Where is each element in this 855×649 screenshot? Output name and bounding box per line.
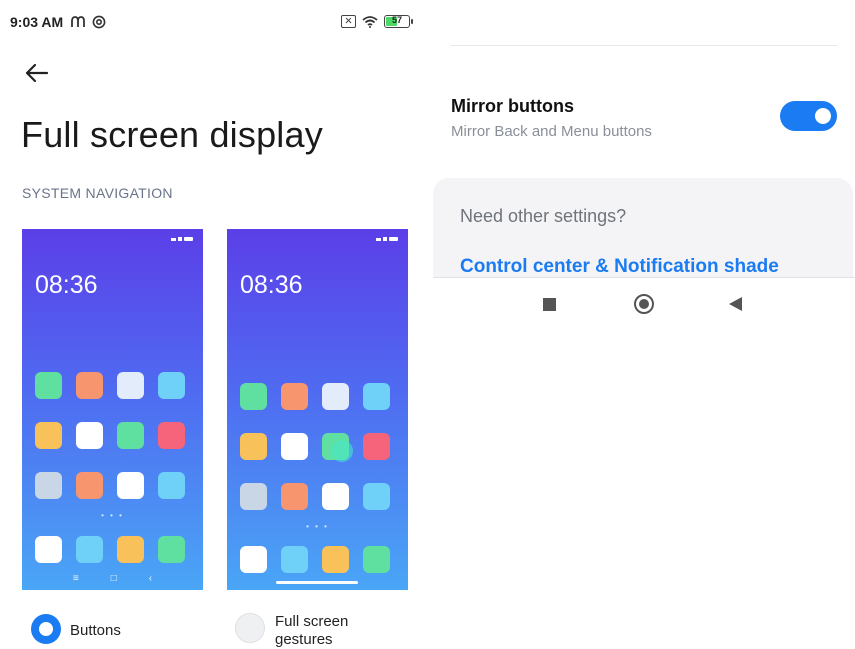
- option-label-buttons[interactable]: Buttons: [70, 622, 121, 639]
- battery-level: 57: [391, 15, 402, 25]
- app-icon: [76, 472, 103, 499]
- home-icon: □: [110, 573, 117, 584]
- phone-status-icons: [376, 237, 398, 241]
- gesture-bar: [276, 581, 358, 584]
- status-icons: 57: [341, 15, 413, 28]
- divider: [433, 277, 855, 278]
- section-header-system-navigation: SYSTEM NAVIGATION: [22, 185, 173, 201]
- motorola-m-icon: [71, 16, 85, 27]
- preview-clock: 08:36: [240, 271, 303, 299]
- mirror-buttons-subtitle: Mirror Back and Menu buttons: [451, 123, 652, 140]
- battery-icon: 57: [384, 15, 413, 28]
- touch-indicator: [331, 440, 353, 462]
- app-icon: [35, 472, 62, 499]
- app-icon: [363, 546, 390, 573]
- preview-dock: [240, 546, 390, 573]
- radio-buttons-selected[interactable]: [31, 614, 61, 644]
- app-icon: [240, 433, 267, 460]
- app-icon: [76, 536, 103, 563]
- toggle-knob: [815, 108, 831, 124]
- app-icon: [281, 546, 308, 573]
- app-icon: [363, 433, 390, 460]
- app-icon: [240, 546, 267, 573]
- app-icon: [158, 422, 185, 449]
- radio-gestures[interactable]: [235, 613, 265, 643]
- preview-clock: 08:36: [35, 271, 98, 299]
- app-icon: [363, 483, 390, 510]
- app-icon: [117, 422, 144, 449]
- at-sign-icon: [92, 15, 106, 29]
- app-icon: [322, 383, 349, 410]
- mirror-buttons-toggle[interactable]: [780, 101, 837, 131]
- back-triangle-icon[interactable]: [729, 297, 742, 311]
- app-icon: [158, 472, 185, 499]
- page-dots: • • •: [306, 522, 329, 531]
- app-icon: [322, 483, 349, 510]
- preview-gestures[interactable]: 08:36 • • •: [227, 229, 408, 590]
- app-icon: [281, 483, 308, 510]
- app-icon: [117, 536, 144, 563]
- option-label-gestures[interactable]: Full screen gestures: [275, 613, 365, 649]
- home-circle-icon[interactable]: [634, 294, 654, 314]
- other-settings-title: Need other settings?: [460, 206, 627, 226]
- page-dots: • • •: [101, 511, 124, 520]
- divider: [451, 45, 837, 46]
- app-icon: [240, 483, 267, 510]
- app-icon: [158, 372, 185, 399]
- app-icon: [117, 472, 144, 499]
- app-icon: [35, 372, 62, 399]
- mirror-buttons-title: Mirror buttons: [451, 96, 574, 116]
- preview-nav-buttons: ≡ □ ‹: [22, 573, 203, 584]
- app-icon: [35, 536, 62, 563]
- battery-tip: [411, 19, 413, 24]
- wifi-icon: [362, 15, 378, 28]
- app-icon: [76, 372, 103, 399]
- app-icon: [281, 383, 308, 410]
- app-icon: [76, 422, 103, 449]
- page-title: Full screen display: [21, 114, 323, 155]
- control-center-link[interactable]: Control center & Notification shade: [460, 256, 779, 278]
- recents-square-icon[interactable]: [543, 298, 556, 311]
- preview-app-grid: [35, 372, 185, 499]
- status-time-text: 9:03 AM: [10, 14, 64, 30]
- app-icon: [117, 372, 144, 399]
- back-arrow-icon[interactable]: [22, 58, 52, 88]
- back-icon: ‹: [148, 573, 153, 584]
- app-icon: [35, 422, 62, 449]
- app-icon: [240, 383, 267, 410]
- app-icon: [281, 433, 308, 460]
- preview-buttons[interactable]: 08:36 • • • ≡ □ ‹: [22, 229, 203, 590]
- preview-app-grid: [240, 383, 390, 510]
- phone-status-icons: [171, 237, 193, 241]
- preview-dock: [35, 536, 185, 563]
- app-icon: [322, 546, 349, 573]
- menu-icon: ≡: [72, 573, 79, 584]
- status-time: 9:03 AM: [10, 14, 106, 30]
- no-sim-icon: [341, 15, 356, 28]
- app-icon: [363, 383, 390, 410]
- app-icon: [158, 536, 185, 563]
